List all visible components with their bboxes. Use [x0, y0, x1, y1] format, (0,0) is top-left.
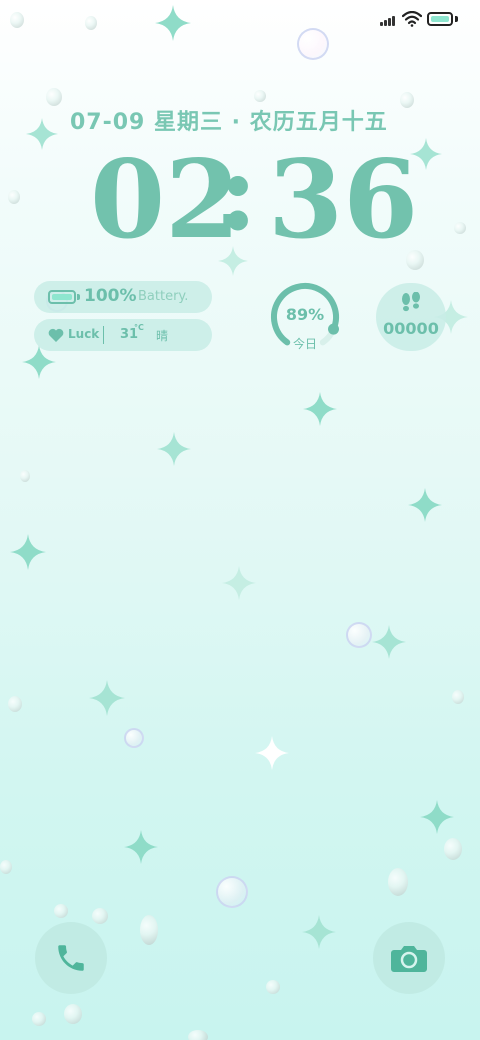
- sparkle-decoration: [157, 432, 191, 466]
- sparkle-decoration: [420, 800, 454, 834]
- sparkle-decoration: [26, 118, 58, 150]
- battery-icon: [427, 12, 453, 26]
- water-drop: [444, 838, 462, 860]
- water-drop: [46, 88, 62, 106]
- water-drop: [254, 90, 266, 102]
- water-drop: [54, 904, 68, 918]
- bubble-decoration: [124, 728, 144, 748]
- battery-label: Battery.: [138, 289, 189, 304]
- water-drop: [400, 92, 414, 108]
- battery-percent: 100%: [84, 286, 137, 306]
- sparkle-decoration: [89, 680, 125, 716]
- footprints-icon: [402, 292, 420, 312]
- weather-condition: 晴: [156, 329, 169, 343]
- water-drop: [32, 1012, 46, 1026]
- water-drop: [20, 470, 30, 482]
- water-drop: [64, 1004, 82, 1024]
- steps-widget[interactable]: 00000: [376, 283, 446, 351]
- water-drop: [8, 190, 20, 204]
- phone-shortcut-button[interactable]: [35, 922, 107, 994]
- water-drop: [140, 915, 158, 945]
- camera-icon: [391, 946, 427, 972]
- pill-divider: [103, 326, 104, 344]
- status-bar: [0, 0, 480, 40]
- sparkle-decoration: [303, 392, 337, 426]
- progress-value: 89%: [285, 305, 325, 324]
- sparkle-decoration: [124, 830, 158, 864]
- sparkle-decoration: [408, 488, 442, 522]
- sparkle-decoration: [372, 625, 406, 659]
- bubble-decoration: [216, 876, 248, 908]
- water-drop: [266, 980, 280, 994]
- sparkle-decoration: [10, 534, 46, 570]
- water-drop: [92, 908, 108, 924]
- battery-widget[interactable]: 100% Battery.: [34, 281, 212, 313]
- bubble-decoration: [346, 622, 372, 648]
- steps-count: 00000: [383, 319, 439, 338]
- progress-caption: 今日: [292, 337, 317, 351]
- water-drop: [452, 690, 464, 704]
- daily-progress-widget[interactable]: 89% 今日: [268, 280, 342, 354]
- water-drop: [188, 1030, 208, 1040]
- luck-label: Luck: [68, 327, 100, 341]
- temperature-unit: °C: [134, 323, 144, 332]
- weather-widget[interactable]: Luck 31 °C 晴: [34, 319, 212, 351]
- battery-tip: [455, 16, 458, 22]
- water-drop: [8, 696, 22, 712]
- battery-widget-icon: [48, 290, 76, 304]
- water-drop: [388, 868, 408, 896]
- sparkle-decoration: [255, 736, 289, 770]
- camera-shortcut-button[interactable]: [373, 922, 445, 994]
- lock-clock: 02 : 36: [90, 132, 418, 260]
- wifi-icon: [402, 11, 422, 27]
- lock-screen: 07-09 星期三 · 农历五月十五 02 : 36 100% Battery.…: [0, 0, 480, 1040]
- clock-separator: :: [218, 129, 258, 255]
- sparkle-decoration: [222, 566, 256, 600]
- heart-icon: [48, 328, 64, 342]
- clock-minute: 36: [268, 137, 419, 263]
- phone-icon: [58, 945, 84, 971]
- water-drop: [0, 860, 12, 874]
- water-drop: [454, 222, 466, 234]
- sparkle-decoration: [302, 915, 336, 949]
